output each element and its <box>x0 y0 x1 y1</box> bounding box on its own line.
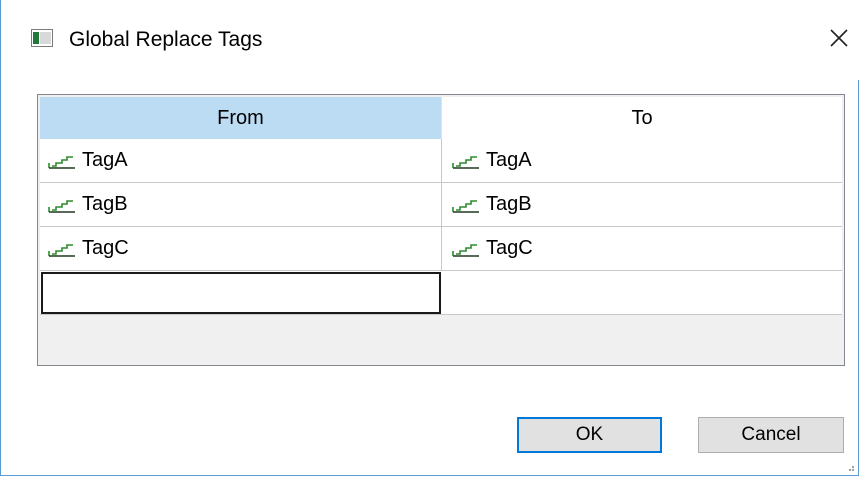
tag-trend-icon <box>452 199 479 213</box>
resize-grip-icon[interactable] <box>845 462 855 472</box>
to-cell[interactable]: TagA <box>442 139 842 182</box>
tags-grid[interactable]: From To TagA TagA TagB TagB TagC TagC <box>37 94 845 366</box>
window-title: Global Replace Tags <box>69 28 263 51</box>
tag-trend-icon <box>48 155 75 169</box>
table-row[interactable]: TagC TagC <box>40 227 842 271</box>
to-cell[interactable]: TagC <box>442 227 842 270</box>
from-cell[interactable]: TagC <box>40 227 442 270</box>
table-row[interactable]: TagA TagA <box>40 139 842 183</box>
table-row[interactable]: TagB TagB <box>40 183 842 227</box>
tag-trend-icon <box>452 155 479 169</box>
to-cell[interactable] <box>442 271 842 314</box>
from-cell[interactable]: TagB <box>40 183 442 226</box>
from-tag-name: TagA <box>82 149 128 171</box>
from-tag-name: TagB <box>82 193 128 215</box>
new-row[interactable] <box>40 271 842 315</box>
column-header-to[interactable]: To <box>442 97 842 139</box>
to-tag-name: TagC <box>486 237 533 259</box>
tag-trend-icon <box>48 199 75 213</box>
from-edit-cell[interactable] <box>41 272 441 314</box>
from-tag-name: TagC <box>82 237 129 259</box>
global-replace-tags-dialog: Global Replace Tags From To TagA TagA Ta… <box>0 0 859 476</box>
to-tag-name: TagA <box>486 149 532 171</box>
title-bar: Global Replace Tags <box>1 0 859 80</box>
ok-button[interactable]: OK <box>517 417 662 453</box>
tag-trend-icon <box>452 243 479 257</box>
column-header-from[interactable]: From <box>40 97 442 139</box>
tag-trend-icon <box>48 243 75 257</box>
from-cell[interactable]: TagA <box>40 139 442 182</box>
to-tag-name: TagB <box>486 193 532 215</box>
to-cell[interactable]: TagB <box>442 183 842 226</box>
window-app-icon <box>31 29 53 47</box>
close-icon[interactable] <box>819 18 859 58</box>
cancel-button[interactable]: Cancel <box>698 417 844 453</box>
